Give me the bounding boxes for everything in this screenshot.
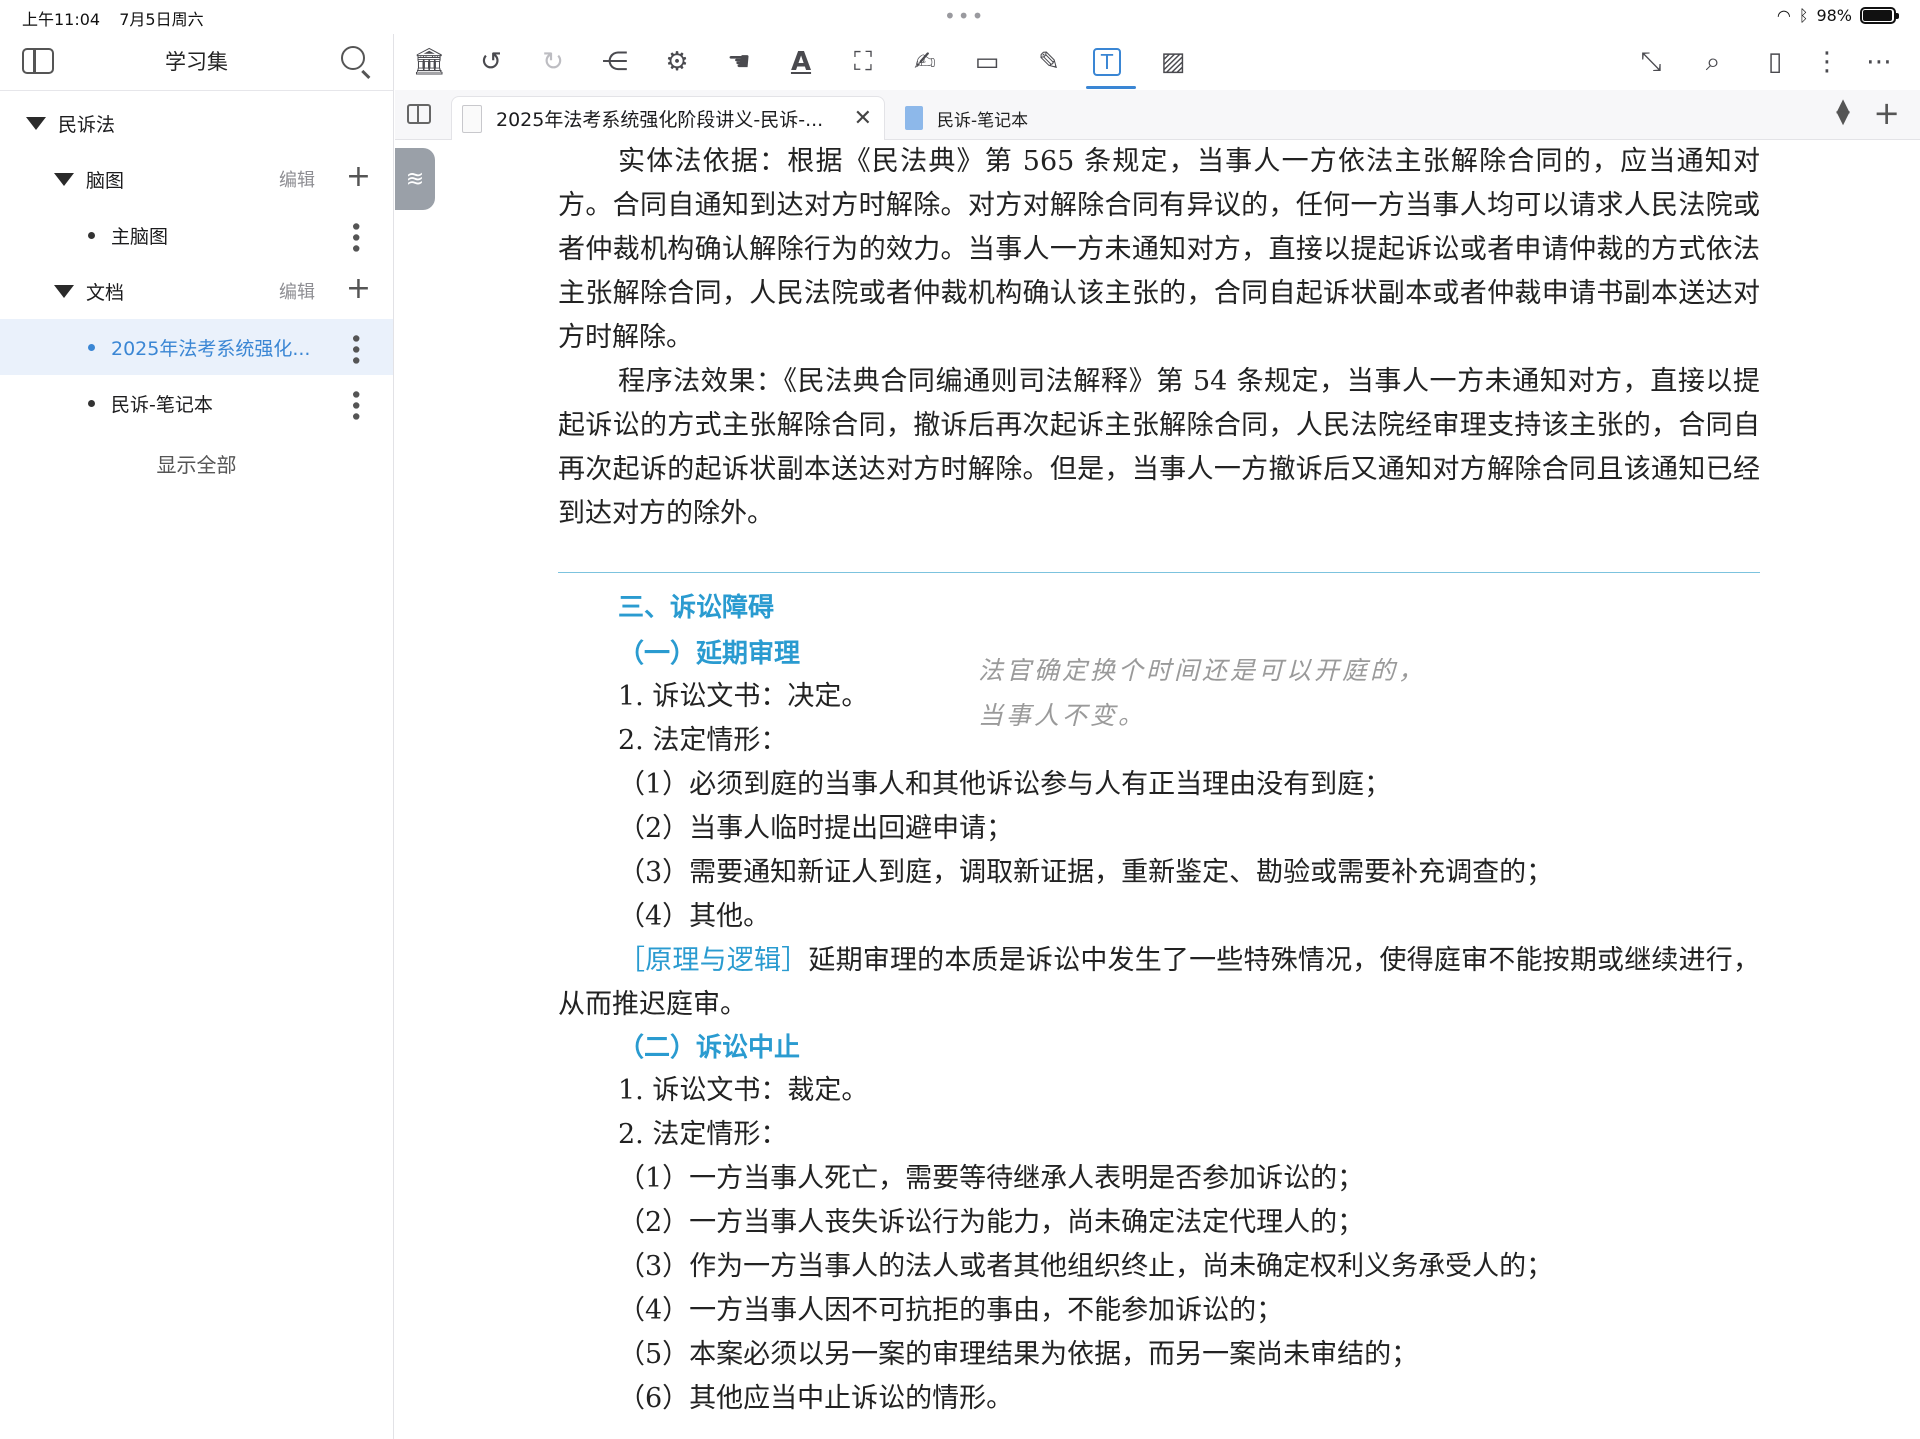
document-page: 实体法依据：根据《民法典》第 565 条规定，当事人一方依法主张解除合同的，应当… <box>558 140 1760 1421</box>
bluetooth-icon: ᛒ <box>1798 6 1809 25</box>
tree-item-label: 2025年法考系统强化... <box>111 337 311 360</box>
text-line: 1. 诉讼文书：裁定。 <box>618 1075 869 1106</box>
search-icon[interactable] <box>341 46 365 70</box>
battery-percent: 98% <box>1816 6 1852 25</box>
multitask-dots-icon[interactable]: ••• <box>944 4 985 28</box>
annotation-line: 当事人不变。 <box>978 701 1147 730</box>
tree-root[interactable]: 民诉法 <box>0 95 393 151</box>
close-icon[interactable]: ✕ <box>854 106 872 131</box>
tree-group-label: 脑图 <box>86 169 125 192</box>
split-view-icon[interactable] <box>407 104 431 124</box>
edit-button[interactable]: 编辑 <box>279 166 315 192</box>
text-line: （1）一方当事人死亡，需要等待继承人表明是否参加诉讼的； <box>618 1163 1365 1194</box>
signature-icon[interactable]: ✍ <box>907 44 943 80</box>
text-line: （2）一方当事人丧失诉讼行为能力，尚未确定法定代理人的； <box>618 1207 1365 1238</box>
bullet-icon <box>88 231 95 239</box>
sidebar: 学习集 民诉法 脑图 编辑 + 主脑图 ••• 文档 编辑 + 2025年法考系… <box>0 34 394 1439</box>
sort-icon[interactable]: ▲ ▼ <box>1836 97 1850 127</box>
paragraph: 程序法效果：《民法典合同编通则司法解释》第 54 条规定，当事人一方未通知对方，… <box>558 366 1760 529</box>
sidebar-title: 学习集 <box>165 50 228 74</box>
edit-button[interactable]: 编辑 <box>279 278 315 304</box>
tab-label: 2025年法考系统强化阶段讲义-民诉-... <box>496 109 824 131</box>
more-vertical-icon[interactable]: ⋮ <box>1809 44 1845 80</box>
more-vertical-icon[interactable]: ••• <box>342 220 367 253</box>
status-date: 7月5日周六 <box>119 10 204 29</box>
tab-label: 民诉-笔记本 <box>937 110 1029 131</box>
add-icon[interactable]: + <box>346 271 371 306</box>
tree-root-label: 民诉法 <box>58 113 116 136</box>
bullet-icon <box>88 343 95 351</box>
paragraph: 实体法依据：根据《民法典》第 565 条规定，当事人一方依法主张解除合同的，应当… <box>558 146 1760 353</box>
pen-icon[interactable]: ✎ <box>1031 44 1067 80</box>
battery-icon <box>1860 7 1899 24</box>
layers-icon[interactable]: ≋ <box>395 148 435 210</box>
section-divider <box>558 572 1760 573</box>
settings-icon[interactable]: ⚙ <box>659 44 695 80</box>
text-line: （1）必须到庭的当事人和其他诉讼参与人有正当理由没有到庭； <box>618 769 1392 800</box>
tree-item-label: 民诉-笔记本 <box>111 393 213 416</box>
tree-item-notebook[interactable]: 民诉-笔记本 ••• <box>0 375 393 431</box>
text-color-icon[interactable]: A <box>783 44 819 80</box>
text-line: （2）当事人临时提出回避申请； <box>618 813 1014 844</box>
more-vertical-icon[interactable]: ••• <box>342 388 367 421</box>
bookmark-icon[interactable]: ▯ <box>1757 44 1793 80</box>
image-icon[interactable]: ▨ <box>1155 44 1191 80</box>
add-icon[interactable]: + <box>346 159 371 194</box>
tree-item-main-mindmap[interactable]: 主脑图 ••• <box>0 207 393 263</box>
tab-bar: 2025年法考系统强化阶段讲义-民诉-... ✕ 民诉-笔记本 ▲ ▼ + <box>395 90 1920 140</box>
wifi-icon: ◠ <box>1776 6 1791 25</box>
more-vertical-icon[interactable]: ••• <box>342 332 367 365</box>
tree-item-lecture-doc[interactable]: 2025年法考系统强化... ••• <box>0 319 393 375</box>
add-tab-icon[interactable]: + <box>1873 94 1900 132</box>
text-line: （4）一方当事人因不可抗拒的事由，不能参加诉讼的； <box>618 1295 1284 1326</box>
active-tool-indicator <box>1086 86 1136 89</box>
disclosure-triangle-icon[interactable] <box>26 116 46 130</box>
notebook-icon <box>905 106 923 130</box>
bullet-icon <box>88 399 95 407</box>
text-line: （3）需要通知新证人到庭，调取新证据，重新鉴定、勘验或需要补充调查的； <box>618 857 1554 888</box>
text-line: （5）本案必须以另一案的审理结果为依据，而另一案尚未审结的； <box>618 1339 1419 1370</box>
search-doc-icon[interactable]: ⌕ <box>1695 44 1731 80</box>
section-heading: 三、诉讼障碍 <box>618 593 775 623</box>
text-line: （4）其他。 <box>618 901 771 932</box>
sidebar-header: 学习集 <box>0 34 393 90</box>
tree-item-label: 主脑图 <box>111 225 169 248</box>
library-icon[interactable]: 🏛 <box>411 44 447 80</box>
textbox-icon[interactable]: T <box>1093 48 1121 76</box>
toolbar: 🏛 ↺ ↻ ⋲ ⚙ ☚ A ⛶ ✍ ▭ ✎ T ▨ ⤡ ⌕ ▯ ⋮ ⋯ <box>395 34 1920 90</box>
show-all-button[interactable]: 显示全部 <box>0 449 393 478</box>
text-line: 2. 法定情形： <box>618 1119 788 1150</box>
status-time: 上午11:04 <box>22 10 101 29</box>
tab-lecture-doc[interactable]: 2025年法考系统强化阶段讲义-民诉-... ✕ <box>451 96 885 140</box>
note-paragraph: ［原理与逻辑］延期审理的本质是诉讼中发生了一些特殊情况，使得庭审不能按期或继续进… <box>558 939 1760 1027</box>
tree-group-mindmap[interactable]: 脑图 编辑 + <box>0 151 393 207</box>
document-view[interactable]: ≋ 实体法依据：根据《民法典》第 565 条规定，当事人一方依法主张解除合同的，… <box>395 140 1920 1439</box>
divider <box>0 90 393 91</box>
crop-icon[interactable]: ⛶ <box>845 44 881 80</box>
hand-icon[interactable]: ☚ <box>721 44 757 80</box>
handwritten-annotation[interactable]: 法官确定换个时间还是可以开庭的， 当事人不变。 <box>978 648 1426 738</box>
redo-icon[interactable]: ↻ <box>535 44 571 80</box>
tab-notebook[interactable]: 民诉-笔记本 <box>895 96 1315 140</box>
tree-group-label: 文档 <box>86 281 125 304</box>
document-thumbnail-icon <box>462 104 482 133</box>
collapse-icon[interactable]: ⤡ <box>1633 44 1669 80</box>
undo-icon[interactable]: ↺ <box>473 44 509 80</box>
text-line: （3）作为一方当事人的法人或者其他组织终止，尚未确定权利义务承受人的； <box>618 1251 1554 1282</box>
rectangle-icon[interactable]: ▭ <box>969 44 1005 80</box>
tree-group-documents[interactable]: 文档 编辑 + <box>0 263 393 319</box>
text-line: （6）其他应当中止诉讼的情形。 <box>618 1383 1014 1414</box>
note-tag: ［原理与逻辑］ <box>618 945 809 976</box>
more-horizontal-icon[interactable]: ⋯ <box>1861 44 1897 80</box>
annotation-line: 法官确定换个时间还是可以开庭的， <box>978 656 1427 685</box>
disclosure-triangle-icon[interactable] <box>54 172 74 186</box>
disclosure-triangle-icon[interactable] <box>54 284 74 298</box>
subsection-heading: （二）诉讼中止 <box>618 1033 801 1063</box>
share-icon[interactable]: ⋲ <box>597 44 633 80</box>
status-bar: 上午11:04 7月5日周六 ••• ◠ ᛒ 98% <box>0 0 1920 34</box>
